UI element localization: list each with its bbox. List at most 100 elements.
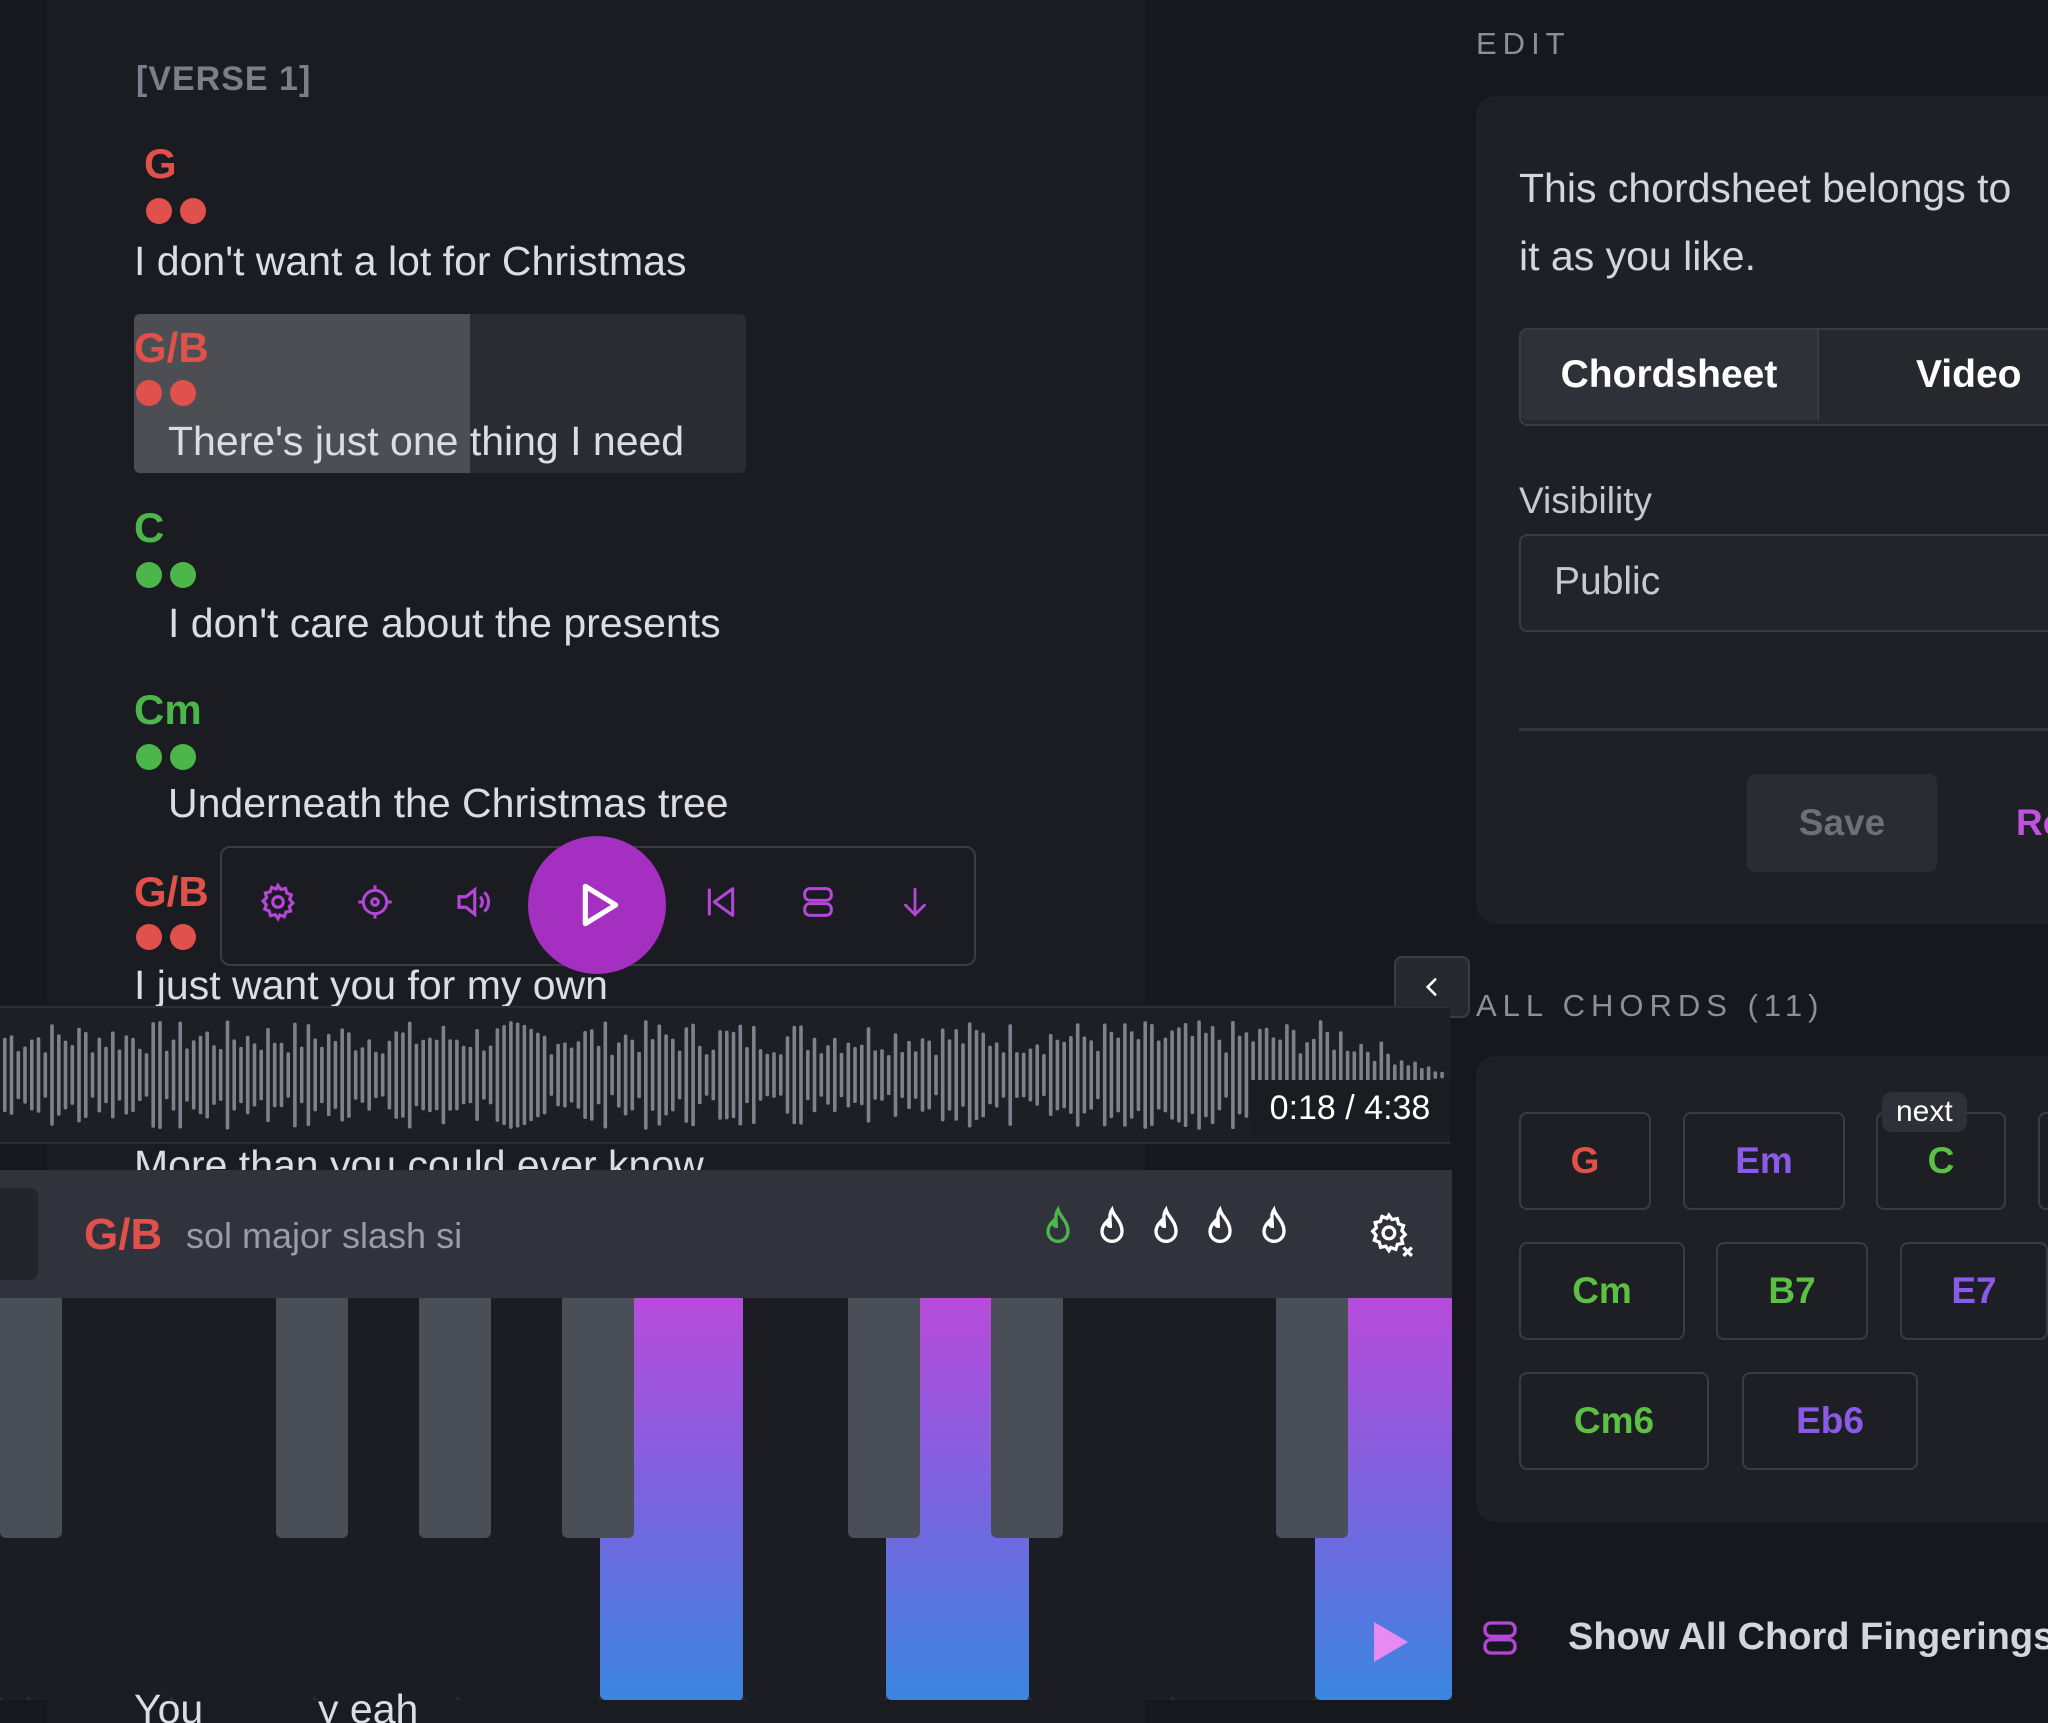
waveform-bar xyxy=(178,1021,182,1129)
gear-icon[interactable] xyxy=(253,877,303,927)
waveform-bar xyxy=(380,1053,385,1097)
waveform-bar xyxy=(407,1021,412,1129)
piano-black-key[interactable] xyxy=(991,1298,1063,1538)
waveform-bar xyxy=(1075,1023,1080,1127)
target-icon[interactable] xyxy=(350,877,400,927)
waveform-bar xyxy=(718,1030,722,1120)
waveform-bar xyxy=(1217,1039,1222,1111)
tab-video[interactable]: Video xyxy=(1916,330,2021,420)
waveform-bar xyxy=(347,1032,351,1118)
piano-black-key[interactable] xyxy=(419,1298,491,1538)
waveform-bar xyxy=(1156,1040,1161,1110)
waveform-bar xyxy=(677,1050,682,1100)
show-all-fingerings-link[interactable]: Show All Chord Fingerings xyxy=(1568,1616,2048,1659)
waveform-bar xyxy=(239,1046,243,1104)
waveform-bar xyxy=(299,1046,304,1104)
waveform-bar xyxy=(934,1054,938,1096)
waveform-bars xyxy=(3,1020,1444,1130)
piano-black-key[interactable] xyxy=(848,1298,920,1538)
waveform-bar xyxy=(104,1046,108,1104)
section-label: [VERSE 1] xyxy=(136,60,312,98)
waveform-bar xyxy=(16,1051,21,1100)
waveform-bar xyxy=(191,1040,196,1110)
chord-label[interactable]: G/B xyxy=(134,868,209,916)
skip-back-icon[interactable] xyxy=(696,877,746,927)
chord-button[interactable]: Em xyxy=(1683,1112,1845,1210)
waveform-bar xyxy=(785,1036,790,1114)
reset-button[interactable]: Re xyxy=(2016,802,2048,844)
chord-label[interactable]: Cm xyxy=(134,686,202,734)
waveform-bar xyxy=(1089,1040,1093,1110)
waveform-bar xyxy=(455,1039,459,1111)
waveform-bar xyxy=(860,1044,864,1106)
waveform-bar xyxy=(698,1045,702,1105)
waveform-bar xyxy=(893,1033,898,1117)
layout-icon[interactable] xyxy=(793,877,843,927)
waveform-bar xyxy=(1163,1037,1168,1113)
chord-label[interactable]: G/B xyxy=(134,324,209,372)
chord-label[interactable]: C xyxy=(134,504,164,552)
waveform-bar xyxy=(414,1043,419,1107)
waveform-bar xyxy=(3,1037,7,1113)
piano-keyboard[interactable] xyxy=(0,1298,1452,1700)
lyric-line: I just want you for my own xyxy=(134,962,608,1008)
difficulty-flame-icon[interactable] xyxy=(1200,1204,1240,1254)
piano-black-key[interactable] xyxy=(1276,1298,1348,1538)
piano-black-key[interactable] xyxy=(276,1298,348,1538)
waveform-bar xyxy=(259,1049,263,1101)
chord-button[interactable]: B7 xyxy=(1716,1242,1868,1340)
waveform-bar xyxy=(799,1025,803,1125)
waveform-bar xyxy=(1170,1030,1174,1120)
waveform-bar xyxy=(84,1032,88,1118)
waveform-bar xyxy=(846,1042,851,1108)
audio-waveform[interactable] xyxy=(0,1006,1450,1144)
piano-play-icon[interactable] xyxy=(1348,1600,1432,1684)
waveform-bar xyxy=(1177,1027,1181,1123)
difficulty-flame-icon[interactable] xyxy=(1146,1204,1186,1254)
waveform-bar xyxy=(23,1046,27,1104)
waveform-bar xyxy=(920,1038,925,1112)
waveform-bar xyxy=(124,1035,129,1115)
chord-dots xyxy=(136,562,196,588)
tab-chordsheet[interactable]: Chordsheet xyxy=(1521,330,1819,420)
lyric-line: More than you could ever know xyxy=(134,1144,704,1170)
piano-black-key[interactable] xyxy=(0,1298,62,1538)
waveform-bar xyxy=(684,1027,689,1123)
play-button[interactable] xyxy=(528,836,666,974)
waveform-bar xyxy=(353,1050,358,1100)
chord-button[interactable]: E7 xyxy=(1900,1242,2048,1340)
difficulty-flame-icon[interactable] xyxy=(1092,1204,1132,1254)
piano-prev-tab[interactable] xyxy=(0,1188,38,1280)
waveform-bar xyxy=(502,1025,506,1126)
waveform-bar xyxy=(286,1052,290,1098)
waveform-bar xyxy=(1237,1035,1242,1115)
speaker-icon[interactable] xyxy=(448,877,498,927)
waveform-bar xyxy=(428,1037,432,1113)
chord-label[interactable]: G xyxy=(144,140,177,188)
waveform-bar xyxy=(1021,1052,1026,1098)
chord-button[interactable]: Eb6 xyxy=(1742,1372,1918,1470)
piano-black-key[interactable] xyxy=(562,1298,634,1538)
waveform-bar xyxy=(529,1028,533,1122)
waveform-bar xyxy=(752,1025,756,1124)
piano-settings-icon[interactable] xyxy=(1366,1210,1416,1260)
chord-button-partial[interactable] xyxy=(2038,1112,2048,1210)
waveform-bar xyxy=(745,1047,749,1104)
waveform-bar xyxy=(387,1040,392,1110)
chord-dots xyxy=(136,744,196,770)
chord-button[interactable]: Cm xyxy=(1519,1242,1685,1340)
waveform-bar xyxy=(826,1045,830,1105)
waveform-bar xyxy=(779,1054,783,1096)
waveform-bar xyxy=(637,1051,641,1099)
lyric-line: You xyxy=(134,1686,204,1723)
waveform-bar xyxy=(886,1055,891,1096)
chord-button[interactable]: Cm6 xyxy=(1519,1372,1709,1470)
waveform-bar xyxy=(138,1048,142,1102)
chord-button[interactable]: G xyxy=(1519,1112,1651,1210)
arrow-down-icon[interactable] xyxy=(890,877,940,927)
difficulty-flame-icon[interactable] xyxy=(1254,1204,1294,1254)
save-button[interactable]: Save xyxy=(1747,774,1937,872)
waveform-bar xyxy=(569,1047,574,1103)
difficulty-flame-icon[interactable] xyxy=(1038,1204,1078,1254)
waveform-bar xyxy=(542,1035,547,1115)
